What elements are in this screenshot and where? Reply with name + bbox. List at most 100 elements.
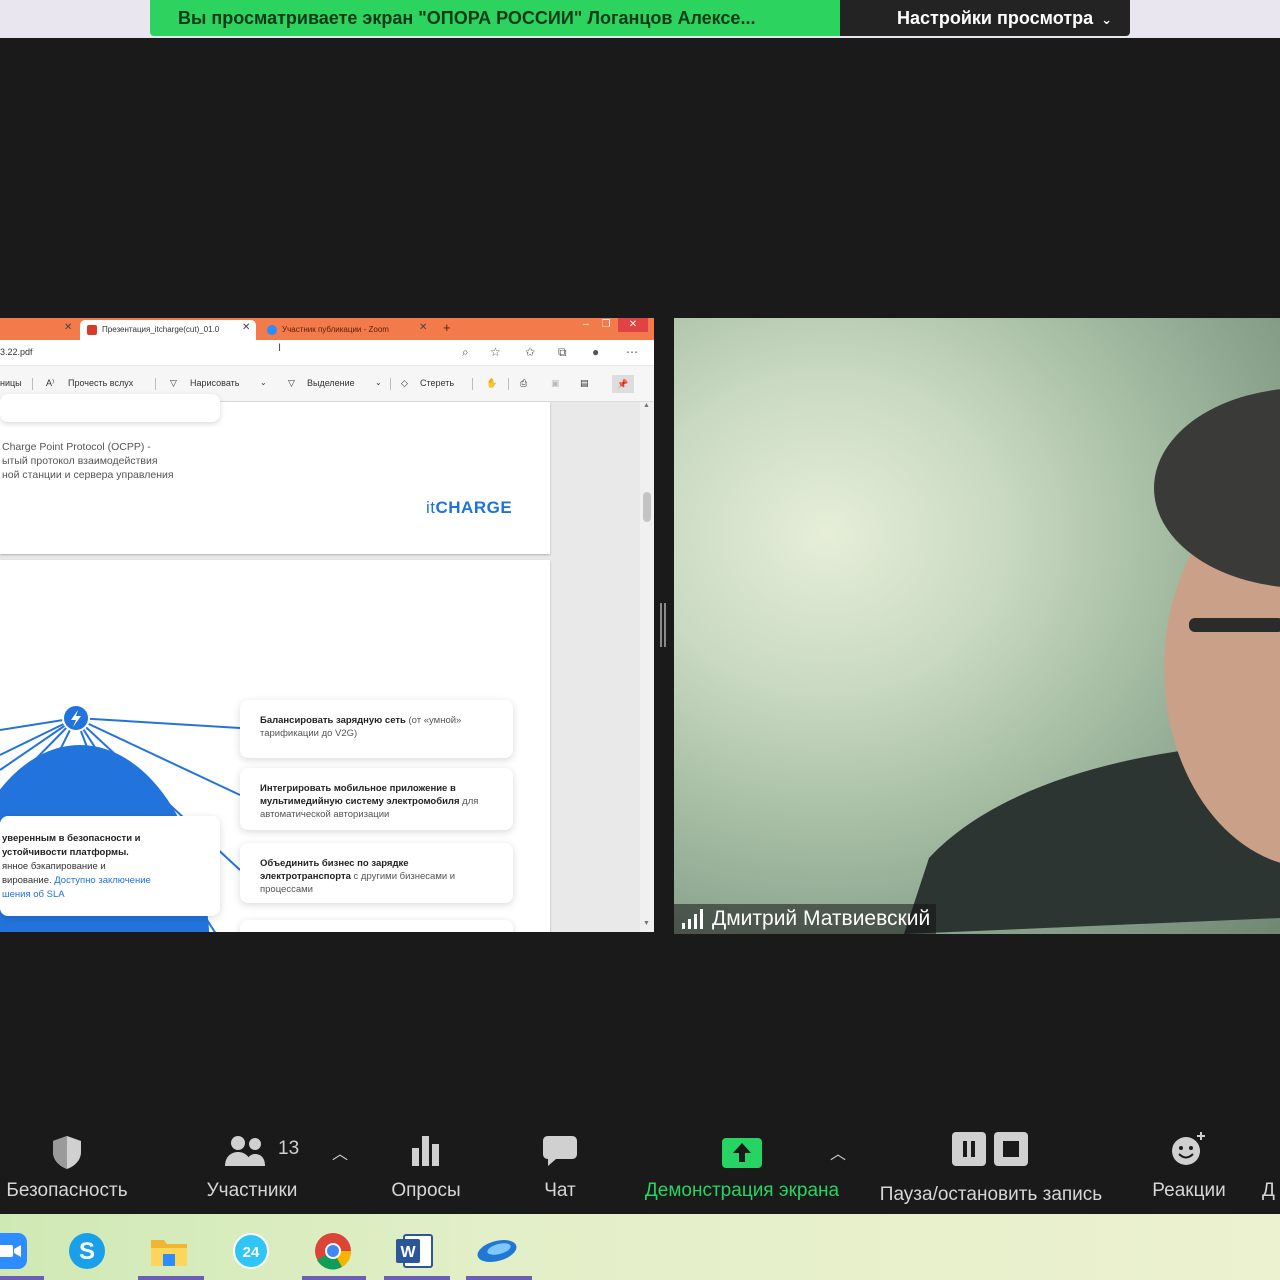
scroll-up-icon[interactable]: ▲ xyxy=(643,402,650,409)
favorites-icon[interactable]: ✩ xyxy=(525,345,535,359)
close-tab-icon[interactable]: ✕ xyxy=(419,322,427,333)
touch-icon[interactable]: ✋ xyxy=(486,378,497,389)
close-window-icon[interactable]: ✕ xyxy=(618,318,648,332)
feature-card: Объединить бизнес по зарядке электротран… xyxy=(240,843,513,903)
bitrix24-taskbar-button[interactable]: 24 xyxy=(218,1222,284,1280)
pages-button[interactable]: ницы xyxy=(0,378,22,388)
view-options-button[interactable]: Настройки просмотра ⌄ xyxy=(840,0,1130,36)
maximize-icon[interactable]: ❐ xyxy=(598,318,614,332)
eraser-icon: ◇ xyxy=(401,378,408,388)
address-bar[interactable]: 3.22.pdf I ⌕ ☆ ✩ ⧉ ● ⋯ xyxy=(0,340,654,366)
separator xyxy=(508,378,509,390)
separator xyxy=(155,378,156,390)
save-as-icon[interactable]: ▤ xyxy=(580,378,589,389)
draw-button[interactable]: Нарисовать xyxy=(190,378,239,388)
sla-link[interactable]: шения об SLA xyxy=(2,889,65,900)
word-icon: W xyxy=(396,1234,433,1268)
signal-icon xyxy=(682,909,703,929)
new-tab-icon[interactable]: + xyxy=(443,320,451,335)
tab-zoom[interactable]: Участник публикации - Zoom xyxy=(260,320,420,340)
tab-label: Участник публикации - Zoom xyxy=(282,325,389,334)
share-screen-label: Демонстрация экрана xyxy=(644,1180,840,1201)
zoom-search-icon[interactable]: ⌕ xyxy=(462,345,469,360)
ocpp-description: Charge Point Protocol (OCPP) - ытый прот… xyxy=(2,440,174,482)
chevron-down-icon: ⌄ xyxy=(1101,12,1112,27)
slide-card xyxy=(0,394,220,422)
chrome-taskbar-button[interactable] xyxy=(300,1222,366,1280)
share-screen-button[interactable]: Демонстрация экрана xyxy=(636,1112,848,1214)
sla-link[interactable]: Доступно заключение xyxy=(52,875,151,886)
security-line: вирование. xyxy=(2,875,52,886)
active-app-indicator xyxy=(0,1276,44,1280)
record-label: Пауза/остановить запись xyxy=(879,1184,1103,1205)
skype-taskbar-button[interactable]: S xyxy=(54,1222,120,1280)
more-icon[interactable]: ⋯ xyxy=(626,345,638,359)
screen-share-banner: Вы просматриваете экран "ОПОРА РОССИИ" Л… xyxy=(150,0,1130,36)
participant-name-tag: Дмитрий Матвиевский xyxy=(674,904,937,934)
print-icon[interactable]: ⎙ xyxy=(520,378,527,389)
chat-label: Чат xyxy=(544,1180,576,1201)
favorite-add-icon[interactable]: ☆ xyxy=(490,345,501,359)
pdf-page: Балансировать зарядную сеть (от «умной» … xyxy=(0,560,550,932)
reactions-button[interactable]: Реакции xyxy=(1144,1112,1234,1214)
record-button[interactable]: Пауза/остановить запись xyxy=(868,1112,1114,1214)
participants-menu-caret-icon[interactable]: ︿ xyxy=(332,1140,348,1164)
svg-text:S: S xyxy=(79,1238,95,1265)
security-line: янное бэкапирование и xyxy=(2,861,106,872)
pdf-scrollbar[interactable]: ▲ ▼ xyxy=(640,402,654,932)
zoom-tab-icon xyxy=(267,325,277,335)
close-tab-icon[interactable]: ✕ xyxy=(242,322,250,333)
active-app-indicator xyxy=(466,1276,532,1280)
address-text: 3.22.pdf xyxy=(0,347,33,357)
security-label: Безопасность xyxy=(6,1180,128,1201)
polls-label: Опросы xyxy=(391,1180,461,1201)
scroll-thumb[interactable] xyxy=(643,492,651,522)
erase-button[interactable]: Стереть xyxy=(420,378,454,388)
close-tab-icon[interactable]: ✕ xyxy=(64,322,72,333)
polls-icon xyxy=(412,1136,439,1166)
highlight-button[interactable]: Выделение xyxy=(307,378,355,388)
collections-icon[interactable]: ⧉ xyxy=(558,345,567,360)
logo-charge: CHARGE xyxy=(435,498,513,517)
zoom-taskbar-button[interactable] xyxy=(0,1222,36,1280)
scroll-down-icon[interactable]: ▼ xyxy=(643,920,650,927)
save-icon[interactable]: ▣ xyxy=(551,378,560,389)
view-options-label: Настройки просмотра xyxy=(897,8,1094,28)
polls-button[interactable]: Опросы xyxy=(380,1112,472,1214)
read-aloud-button[interactable]: Прочесть вслух xyxy=(68,378,133,388)
security-line: устойчивости платформы. xyxy=(2,847,129,858)
highlight-icon: ▽ xyxy=(288,378,295,388)
minimize-icon[interactable]: – xyxy=(578,318,594,332)
pin-icon[interactable]: 📌 xyxy=(612,375,634,393)
file-explorer-icon xyxy=(151,1240,187,1266)
participants-label: Участники xyxy=(206,1180,298,1201)
explorer-taskbar-button[interactable] xyxy=(136,1222,202,1280)
browser-taskbar-button[interactable] xyxy=(464,1222,530,1280)
active-app-indicator xyxy=(384,1276,450,1280)
participant-silhouette xyxy=(904,389,1280,934)
logo-it: it xyxy=(426,498,436,517)
bitrix24-icon: 24 xyxy=(233,1233,269,1269)
pdf-icon xyxy=(87,325,97,335)
itcharge-logo: itCHARGE xyxy=(426,498,512,518)
ocpp-line: Charge Point Protocol (OCPP) - xyxy=(2,441,151,453)
tab-presentation[interactable]: Презентация_itcharge(cut)_01.0 xyxy=(80,320,256,340)
read-aloud-icon: A⁾ xyxy=(46,378,55,388)
text-cursor-icon: I xyxy=(278,342,282,354)
zoom-icon xyxy=(0,1233,27,1269)
chat-button[interactable]: Чат xyxy=(522,1112,598,1214)
active-app-indicator xyxy=(138,1276,204,1280)
chevron-down-icon[interactable]: ⌄ xyxy=(375,378,382,387)
security-card: уверенным в безопасности и устойчивости … xyxy=(0,816,220,916)
shield-icon xyxy=(53,1136,81,1169)
split-view-divider[interactable] xyxy=(660,603,666,647)
feature-card: Интегрировать мобильное приложение в мул… xyxy=(240,768,513,830)
participants-button[interactable]: 13 Участники xyxy=(194,1112,310,1214)
more-button[interactable]: Д xyxy=(1262,1112,1280,1214)
security-button[interactable]: Безопасность xyxy=(0,1112,134,1214)
profile-icon[interactable]: ● xyxy=(592,345,599,359)
chevron-down-icon[interactable]: ⌄ xyxy=(260,378,267,387)
word-taskbar-button[interactable]: W xyxy=(382,1222,448,1280)
shared-screen: ✕ Презентация_itcharge(cut)_01.0 ✕ Участ… xyxy=(0,318,654,932)
share-menu-caret-icon[interactable]: ︿ xyxy=(830,1140,846,1164)
